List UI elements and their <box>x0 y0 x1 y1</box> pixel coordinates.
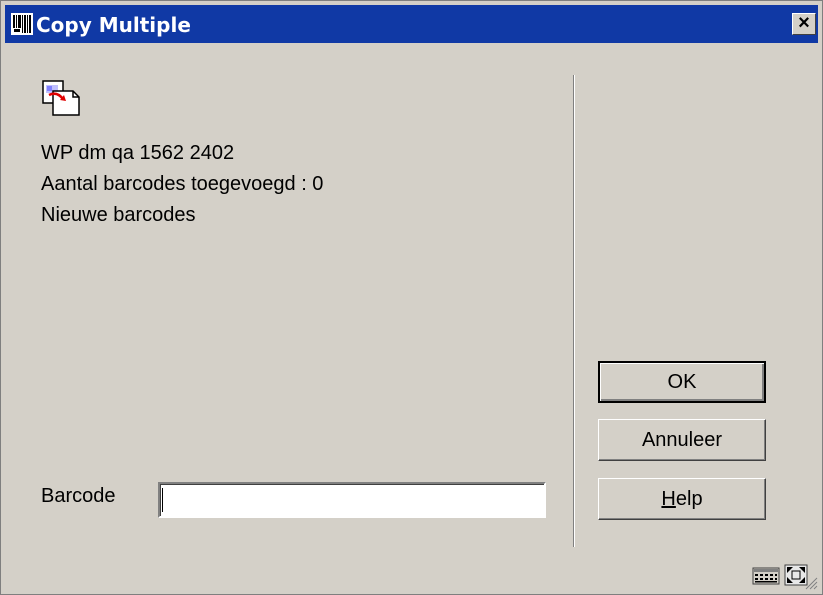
help-label-rest: elp <box>675 487 703 510</box>
ok-button-label: OK <box>667 370 697 393</box>
close-button[interactable]: × <box>792 13 816 35</box>
ok-button[interactable]: OK <box>598 361 766 403</box>
status-bar-icons <box>752 564 808 590</box>
copy-document-icon <box>41 79 81 117</box>
help-button-label: Help <box>661 488 702 511</box>
info-record-id: WP dm qa 1562 2402 <box>41 142 235 164</box>
barcode-input[interactable] <box>158 482 546 518</box>
cancel-button-label: Annuleer <box>641 428 723 451</box>
app-barcode-icon <box>11 13 33 35</box>
text-caret <box>162 488 163 512</box>
cancel-button[interactable]: Annuleer <box>598 419 766 461</box>
title-bar[interactable]: Copy Multiple × <box>5 5 818 43</box>
resize-grip-icon[interactable] <box>804 576 818 590</box>
close-icon: × <box>798 12 810 34</box>
dialog-window: Copy Multiple × WP dm qa 1562 2402 Aanta… <box>0 0 823 595</box>
window-title: Copy Multiple <box>36 13 191 37</box>
keyboard-grid-icon[interactable] <box>752 565 780 590</box>
vertical-divider <box>573 75 575 547</box>
info-barcodes-added: Aantal barcodes toegevoegd : 0 <box>41 173 324 195</box>
barcode-label: Barcode <box>41 485 116 507</box>
help-button[interactable]: Help <box>598 478 766 520</box>
info-new-barcodes: Nieuwe barcodes <box>41 204 196 226</box>
help-accelerator: H <box>661 487 676 510</box>
